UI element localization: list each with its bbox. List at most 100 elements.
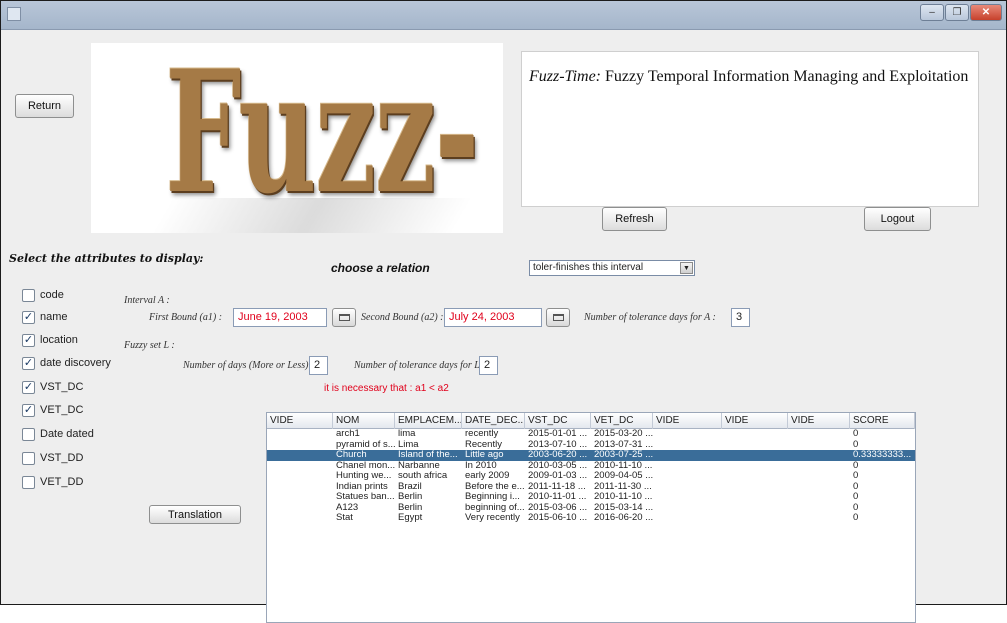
translation-button[interactable]: Translation bbox=[149, 505, 241, 524]
attribute-checkbox[interactable]: ✓ VET_DC bbox=[22, 403, 83, 417]
checkbox-box[interactable] bbox=[22, 288, 35, 302]
table-cell: 2010-11-10 ... bbox=[594, 492, 653, 502]
table-header: VIDE NOM EMPLACEM... DATE_DEC... VST_DC VET_D… bbox=[267, 413, 915, 429]
interval-label: Interval A : bbox=[124, 295, 170, 306]
column-header[interactable]: VIDE bbox=[267, 413, 333, 429]
refresh-button[interactable]: Refresh bbox=[602, 207, 667, 231]
checkbox-box[interactable] bbox=[22, 427, 35, 441]
table-row[interactable]: Church Island of the... Little ago 2003-06-… bbox=[267, 450, 915, 461]
attribute-label: VET_DD bbox=[40, 476, 84, 488]
checkbox-box[interactable] bbox=[22, 451, 35, 465]
column-header[interactable]: EMPLACEM... bbox=[395, 413, 462, 429]
tolerance-a-field[interactable]: 3 bbox=[731, 308, 750, 327]
checkmark-icon[interactable]: ✓ bbox=[22, 310, 35, 324]
calendar-icon bbox=[338, 314, 350, 321]
table-cell: In 2010 bbox=[465, 460, 497, 471]
table-cell bbox=[788, 450, 850, 461]
table-cell: Beginning i... bbox=[465, 492, 520, 502]
table-row[interactable]: Indian prints Brazil Before the e... 2011-1… bbox=[267, 482, 915, 493]
table-cell bbox=[653, 513, 722, 524]
checkmark-icon[interactable]: ✓ bbox=[22, 380, 35, 394]
column-header[interactable]: NOM bbox=[333, 413, 395, 429]
logo-text: Fuzz-Time bbox=[165, 43, 479, 233]
table-row[interactable]: Hunting we... south africa early 2009 2009-… bbox=[267, 471, 915, 482]
column-header[interactable]: VIDE bbox=[788, 413, 850, 429]
attribute-checkbox[interactable]: Date dated bbox=[22, 427, 94, 441]
attribute-checkbox[interactable]: ✓ location bbox=[22, 333, 78, 347]
table-cell bbox=[788, 440, 850, 451]
table-cell: Brazil bbox=[398, 481, 422, 492]
fuzzy-set-label: Fuzzy set L : bbox=[124, 340, 175, 351]
table-cell bbox=[722, 492, 788, 503]
checkmark-icon[interactable]: ✓ bbox=[22, 403, 35, 417]
table-cell bbox=[788, 503, 850, 514]
first-bound-field[interactable]: June 19, 2003 bbox=[233, 308, 327, 327]
table-cell bbox=[267, 492, 333, 503]
table-cell: 2010-11-01 ... bbox=[528, 492, 587, 502]
relation-select-value: toler-finishes this interval bbox=[533, 262, 644, 273]
tolerance-l-field[interactable]: 2 bbox=[479, 356, 498, 375]
column-header[interactable]: VIDE bbox=[722, 413, 788, 429]
table-cell bbox=[267, 513, 333, 524]
attribute-checkbox[interactable]: ✓ VST_DC bbox=[22, 380, 83, 394]
attribute-checkbox[interactable]: code bbox=[22, 288, 64, 302]
minimize-icon[interactable]: – bbox=[920, 4, 944, 21]
relation-title: choose a relation bbox=[331, 261, 430, 275]
main-panel: Return Fuzz-Time Fuzz-Time: Fuzzy Tempor… bbox=[1, 31, 1006, 623]
attribute-checkbox[interactable]: ✓ name bbox=[22, 310, 68, 324]
table-cell: Berlin bbox=[398, 502, 423, 513]
table-cell bbox=[722, 513, 788, 524]
checkmark-icon[interactable]: ✓ bbox=[22, 356, 35, 370]
column-header[interactable]: SCORE bbox=[850, 413, 915, 429]
table-cell bbox=[788, 461, 850, 472]
close-icon[interactable]: ✕ bbox=[970, 4, 1002, 21]
checkmark-icon[interactable]: ✓ bbox=[22, 333, 35, 347]
table-cell bbox=[653, 503, 722, 514]
attribute-checkbox[interactable]: VST_DD bbox=[22, 451, 83, 465]
table-cell bbox=[722, 450, 788, 461]
column-header[interactable]: VST_DC bbox=[525, 413, 591, 429]
column-header[interactable]: VET_DC bbox=[591, 413, 653, 429]
calendar-icon bbox=[552, 314, 564, 321]
table-cell: Before the e... bbox=[465, 481, 525, 492]
table-cell: 2009-04-05 ... bbox=[594, 471, 653, 481]
table-cell: Berlin bbox=[398, 492, 423, 502]
first-bound-calendar-button[interactable] bbox=[332, 308, 356, 327]
second-bound-field[interactable]: July 24, 2003 bbox=[444, 308, 542, 327]
chevron-down-icon[interactable]: ▼ bbox=[680, 262, 693, 274]
tolerance-a-label: Number of tolerance days for A : bbox=[584, 312, 716, 323]
days-field[interactable]: 2 bbox=[309, 356, 328, 375]
table-row[interactable]: Stat Egypt Very recently 2015-06-10 ... 2016… bbox=[267, 513, 915, 524]
checkbox-box[interactable] bbox=[22, 475, 35, 489]
table-cell bbox=[788, 471, 850, 482]
app-window: – ❐ ✕ Return Fuzz-Time Fuzz-Time: Fuzzy … bbox=[0, 0, 1007, 623]
second-bound-calendar-button[interactable] bbox=[546, 308, 570, 327]
table-cell: 0.33333333... bbox=[853, 450, 912, 460]
table-row[interactable]: Chanel mon... Narbanne In 2010 2010-03-05 .… bbox=[267, 461, 915, 472]
table-cell: 2009-01-03 ... bbox=[528, 471, 588, 481]
app-icon bbox=[7, 7, 21, 21]
column-header[interactable]: DATE_DEC... bbox=[462, 413, 525, 429]
table-cell bbox=[267, 482, 333, 493]
restore-icon[interactable]: ❐ bbox=[945, 4, 969, 21]
table-row[interactable]: arch1 lima recently 2015-01-01 ... 2015-03-2… bbox=[267, 429, 915, 440]
table-cell bbox=[267, 440, 333, 451]
attribute-label: VST_DD bbox=[40, 452, 84, 464]
table-cell bbox=[653, 471, 722, 482]
table-row[interactable]: Statues ban... Berlin Beginning i... 2010-1… bbox=[267, 492, 915, 503]
attribute-checkbox[interactable]: ✓ date discovery bbox=[22, 356, 111, 370]
second-bound-label: Second Bound (a2) : bbox=[361, 312, 444, 323]
table-row[interactable]: A123 Berlin beginning of... 2015-03-06 ... 2… bbox=[267, 503, 915, 514]
attribute-checkbox[interactable]: VET_DD bbox=[22, 475, 83, 489]
table-cell bbox=[788, 492, 850, 503]
attributes-title: Select the attributes to display: bbox=[9, 252, 204, 265]
table-cell: 2015-03-06 ... bbox=[528, 502, 588, 513]
table-row[interactable]: pyramid of s... Lima Recently 2013-07-10 ..… bbox=[267, 440, 915, 451]
relation-select[interactable]: toler-finishes this interval ▼ bbox=[529, 260, 695, 276]
logout-button[interactable]: Logout bbox=[864, 207, 931, 231]
column-header[interactable]: VIDE bbox=[653, 413, 722, 429]
table-cell: Statues ban... bbox=[336, 492, 395, 502]
table-cell: 0 bbox=[853, 502, 859, 513]
attribute-label: code bbox=[40, 289, 64, 301]
return-button[interactable]: Return bbox=[15, 94, 74, 118]
